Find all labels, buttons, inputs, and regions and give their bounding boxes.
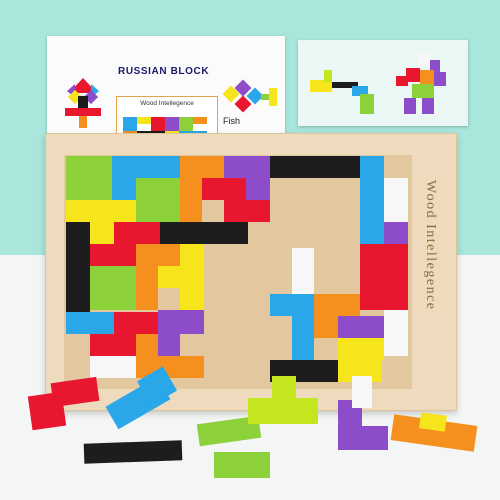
piece-yellow-lower-right [338, 338, 384, 360]
piece-blue-right [360, 156, 384, 200]
piece-red-right-b [384, 244, 408, 310]
piece-purple-mid [158, 310, 204, 334]
piece-blue-center [270, 294, 314, 316]
piece-purple-center [338, 316, 384, 338]
piece-purple-mid-b [158, 334, 180, 356]
piece-white-center [292, 248, 314, 294]
piece-yellow-stem [90, 222, 114, 244]
piece-black-long [160, 222, 248, 244]
loose-purple-piece[interactable] [338, 376, 388, 450]
piece-purple-right [384, 222, 408, 244]
piece-blue-right-low [360, 200, 384, 244]
piece-yellow-column [180, 244, 204, 310]
piece-green-low [90, 266, 136, 310]
piece-white-bottom [90, 356, 136, 378]
piece-orange-side [180, 178, 202, 222]
piece-blue-center-b [292, 316, 314, 360]
piece-blue-top [112, 156, 180, 178]
piece-white-right [384, 178, 408, 222]
loose-green-piece-b[interactable] [214, 452, 270, 478]
piece-white-lower-right [384, 310, 408, 356]
piece-black-bar [270, 156, 360, 178]
piece-orange-mid [136, 244, 180, 266]
piece-green-square [66, 156, 112, 200]
piece-red-right [360, 244, 384, 310]
loose-black-bar[interactable] [83, 440, 183, 464]
piece-orange-top [180, 156, 224, 178]
piece-red-low-b [90, 334, 136, 356]
piece-red-mid-low [90, 244, 136, 266]
product-photo: RUSSIAN BLOCK Wood Intellegence Fish Woo… [0, 0, 500, 500]
piece-blue-top-stem [112, 178, 136, 200]
piece-red-top [202, 178, 246, 200]
piece-orange-mid-low [136, 266, 158, 310]
loose-orange-piece[interactable] [390, 412, 478, 452]
piece-yellow-mid [66, 200, 136, 222]
piece-yellow-nub [158, 266, 180, 288]
loose-yellow-t-piece[interactable] [248, 376, 318, 424]
piece-green-mid [136, 178, 180, 222]
board-pieces [27, 156, 478, 478]
piece-blue-low [66, 312, 114, 334]
loose-red-piece[interactable] [27, 376, 100, 431]
piece-red-mid [114, 222, 160, 244]
piece-red-low-a [114, 312, 158, 334]
piece-black-vertical [66, 222, 90, 312]
piece-red-low [224, 200, 270, 222]
